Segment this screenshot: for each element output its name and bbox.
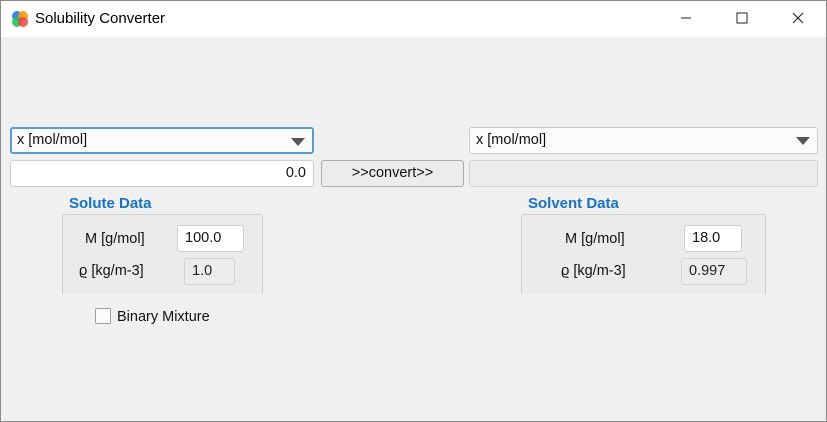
input-unit-select[interactable]: x [mol/mol] xyxy=(10,127,314,154)
minimize-icon xyxy=(680,11,692,27)
solvent-density-value: 0.997 xyxy=(681,258,747,285)
binary-mixture-checkbox[interactable] xyxy=(95,308,111,324)
minimize-button[interactable] xyxy=(663,1,709,37)
solvent-molar-mass-input[interactable]: 18.0 xyxy=(684,225,742,252)
solute-density-label: ϱ [kg/m-3] xyxy=(79,263,144,279)
output-unit-select-value: x [mol/mol] xyxy=(476,132,547,148)
close-icon xyxy=(792,11,804,27)
output-unit-select[interactable]: x [mol/mol] xyxy=(469,127,818,154)
solvent-molar-mass-label: M [g/mol] xyxy=(565,231,625,247)
colorful-circles-icon xyxy=(11,10,29,28)
solute-data-title: Solute Data xyxy=(69,195,152,212)
input-unit-select-value: x [mol/mol] xyxy=(17,132,88,148)
solute-density-value: 1.0 xyxy=(184,258,235,285)
convert-button[interactable]: >>convert>> xyxy=(321,160,464,187)
solute-molar-mass-input[interactable]: 100.0 xyxy=(177,225,244,252)
solvent-density-label: ϱ [kg/m-3] xyxy=(561,263,626,279)
chevron-down-icon xyxy=(796,137,810,145)
application-window: Solubility Converter x [mol/mol] 0.0 >>c… xyxy=(0,0,827,422)
binary-mixture-label[interactable]: Binary Mixture xyxy=(117,309,210,325)
title-bar[interactable]: Solubility Converter xyxy=(1,1,826,37)
solvent-data-title: Solvent Data xyxy=(528,195,619,212)
maximize-icon xyxy=(736,11,748,27)
chevron-down-icon xyxy=(291,138,305,146)
result-output-field xyxy=(469,160,818,187)
maximize-button[interactable] xyxy=(719,1,765,37)
close-button[interactable] xyxy=(775,1,821,37)
input-value-field[interactable]: 0.0 xyxy=(10,160,314,187)
window-title: Solubility Converter xyxy=(35,10,166,27)
solute-molar-mass-label: M [g/mol] xyxy=(85,231,145,247)
